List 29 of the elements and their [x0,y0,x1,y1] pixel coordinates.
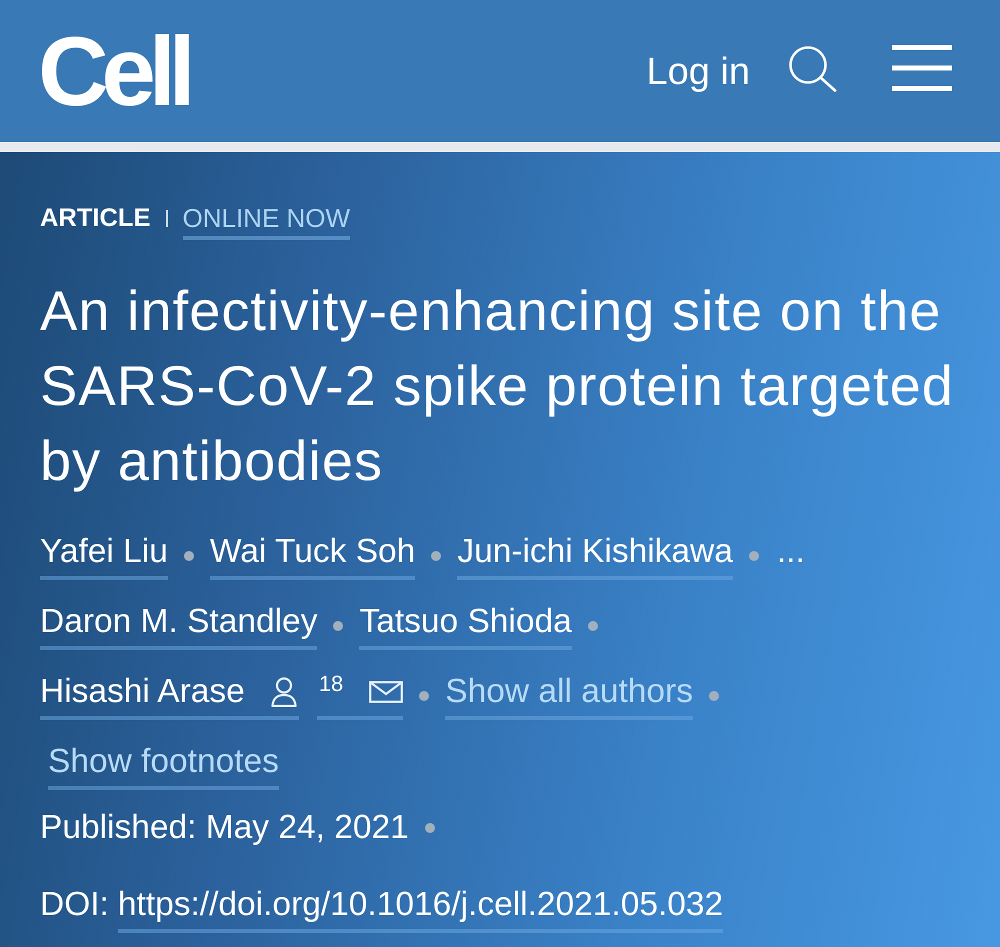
author-contact-link[interactable]: 18 [316,672,404,720]
author-link[interactable]: Hisashi Arase [40,672,299,720]
doi-link[interactable]: https://doi.org/10.1016/j.cell.2021.05.032 [118,885,724,933]
menu-icon[interactable] [892,45,952,91]
doi-label: DOI: [40,885,109,925]
author-link[interactable]: Tatsuo Shioda [359,602,572,650]
show-all-authors-link[interactable]: Show all authors [445,672,693,720]
search-icon[interactable] [788,44,838,92]
more-authors-ellipsis: ... [776,532,805,572]
separator-dot-icon [748,551,759,561]
separator-dot-icon [419,691,430,701]
author-link[interactable]: Daron M. Standley [40,602,318,650]
separator-dot-icon [333,621,344,631]
published-date: Published: May 24, 2021 [40,808,409,848]
article-title: An infectivity-enhancing site on the SARS-CoV-2 spike protein targeted by antibodies [40,278,955,494]
separator-dot-icon [431,551,442,561]
author-link[interactable]: Wai Tuck Soh [210,532,416,580]
author-link[interactable]: Yafei Liu [40,532,168,580]
show-footnotes-link[interactable]: Show footnotes [48,742,279,790]
article-type-label: ARTICLE [40,203,150,234]
separator-dot-icon [708,691,719,701]
log-in-link[interactable]: Log in [646,53,750,91]
separator-dot-icon [424,823,435,833]
cell-logo[interactable]: Cell [38,22,188,120]
author-link[interactable]: Jun-ichi Kishikawa [457,532,733,580]
online-now-link[interactable]: ONLINE NOW [182,202,350,240]
separator-dot-icon [184,551,194,561]
separator-dot-icon [588,621,598,631]
mail-icon [369,681,404,703]
